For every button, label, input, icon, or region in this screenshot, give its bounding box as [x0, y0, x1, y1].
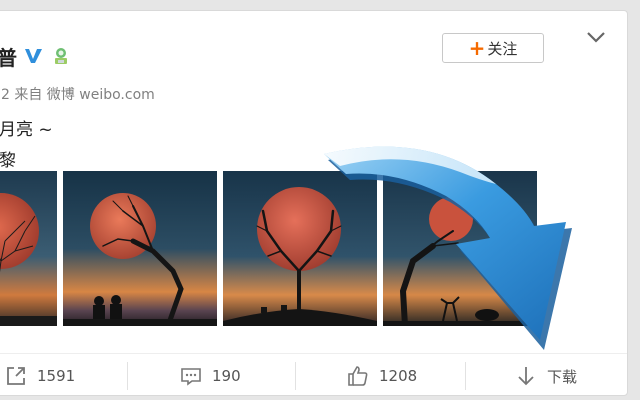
share-button[interactable]: 1591	[5, 354, 76, 395]
action-bar: 1591 190 1208 下载	[0, 353, 627, 395]
post-text-line-1: 月亮 ~	[0, 120, 53, 140]
author-row: 普	[0, 39, 71, 73]
follow-label: 关注	[487, 39, 518, 58]
comment-icon	[181, 368, 201, 386]
photo-strip	[0, 171, 627, 326]
photo-2[interactable]	[63, 171, 217, 326]
photo-3-image	[223, 171, 377, 326]
photo-2-image	[63, 171, 217, 326]
like-button[interactable]: 1208	[347, 354, 418, 395]
comment-count: 190	[212, 367, 241, 385]
photo-4[interactable]	[383, 171, 537, 326]
post-text-line-2: 黎	[0, 151, 16, 171]
member-badge-icon[interactable]	[51, 46, 71, 66]
weibo-post-card: 普 2 来自 微博 weibo.com 月亮 ~ 黎 + 关注	[0, 10, 628, 396]
follow-button[interactable]: + 关注	[442, 33, 544, 63]
download-button[interactable]: 下载	[515, 354, 578, 395]
post-meta: 2 来自 微博 weibo.com	[1, 87, 155, 103]
share-icon	[7, 367, 25, 385]
share-count: 1591	[37, 367, 76, 385]
photo-3[interactable]	[223, 171, 377, 326]
photo-1[interactable]	[0, 171, 57, 326]
photo-1-image	[0, 171, 57, 326]
comment-button[interactable]: 190	[180, 354, 241, 395]
divider	[127, 362, 128, 390]
download-label: 下载	[547, 367, 578, 386]
like-count: 1208	[379, 367, 418, 385]
download-arrow-icon	[518, 367, 534, 386]
divider	[465, 362, 466, 390]
photo-4-image	[383, 171, 537, 326]
divider	[295, 362, 296, 390]
verified-v-icon	[25, 49, 42, 63]
chevron-down-icon[interactable]	[585, 29, 607, 45]
plus-icon: +	[468, 36, 486, 60]
author-name[interactable]: 普	[0, 42, 17, 71]
thumbs-up-icon	[348, 366, 368, 386]
